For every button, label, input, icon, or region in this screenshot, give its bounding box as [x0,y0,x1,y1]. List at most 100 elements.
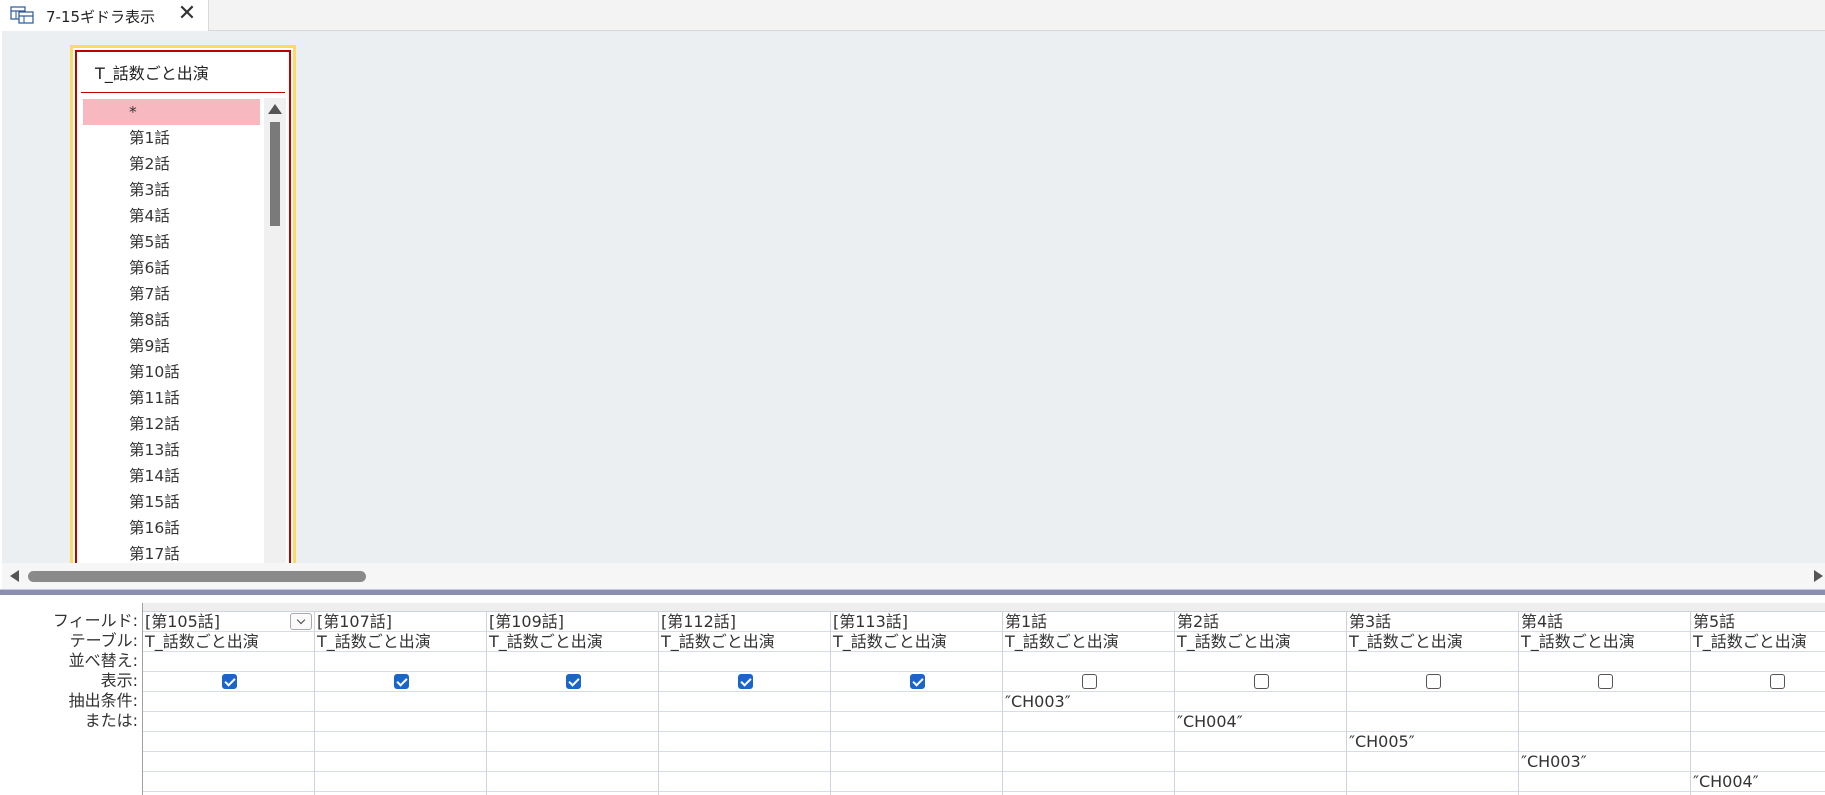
show-checkbox[interactable] [394,674,409,689]
criteria-cell[interactable] [315,692,486,712]
or-criteria-cell[interactable] [487,732,658,752]
table-cell[interactable]: T_話数ごと出演 [1347,632,1518,652]
field-list-item[interactable]: 第13話 [83,437,260,463]
grid-column[interactable]: 第1話 T_話数ごと出演 ″CH003″ [1003,612,1175,795]
or-criteria-cell[interactable] [143,772,314,792]
show-checkbox[interactable] [910,674,925,689]
or-criteria-cell[interactable] [315,712,486,732]
query-document-tab[interactable]: 7-15ギドラ表示 ✕ [0,0,209,31]
field-cell[interactable]: [第109話] [487,612,658,632]
show-checkbox[interactable] [1770,674,1785,689]
grid-column[interactable]: [第109話] T_話数ごと出演 [487,612,659,795]
or-criteria-cell[interactable] [1003,712,1174,732]
column-selector-bar[interactable] [143,603,1825,612]
show-checkbox[interactable] [738,674,753,689]
show-checkbox[interactable] [566,674,581,689]
query-design-surface[interactable]: T_話数ごと出演 * 第1話 第2話 第3話 第4話 第5話 第6話 第7話 第8話 第9話 第10… [2,31,1825,563]
field-list-item[interactable]: 第9話 [83,333,260,359]
criteria-cell[interactable] [1691,692,1825,712]
table-cell[interactable]: T_話数ごと出演 [143,632,314,652]
or-criteria-cell[interactable] [315,752,486,772]
table-cell[interactable]: T_話数ごと出演 [1691,632,1825,652]
criteria-cell[interactable] [831,692,1002,712]
field-cell[interactable]: [第112話] [659,612,830,632]
field-list-item[interactable]: 第8話 [83,307,260,333]
or-criteria-cell[interactable] [659,772,830,792]
field-list-item[interactable]: 第2話 [83,151,260,177]
field-list-item[interactable]: 第16話 [83,515,260,541]
field-cell[interactable]: [第113話] [831,612,1002,632]
field-list-window[interactable]: T_話数ごと出演 * 第1話 第2話 第3話 第4話 第5話 第6話 第7話 第8話 第9話 第10… [70,45,296,563]
show-checkbox[interactable] [1082,674,1097,689]
or-criteria-cell[interactable] [831,752,1002,772]
or-criteria-cell[interactable] [487,712,658,732]
or-criteria-cell[interactable] [143,752,314,772]
show-checkbox[interactable] [1598,674,1613,689]
table-cell[interactable]: T_話数ごと出演 [659,632,830,652]
table-cell[interactable]: T_話数ごと出演 [315,632,486,652]
grid-column[interactable]: [第112話] T_話数ごと出演 [659,612,831,795]
table-cell[interactable]: T_話数ごと出演 [1003,632,1174,652]
sort-cell[interactable] [1175,652,1346,672]
show-checkbox[interactable] [1426,674,1441,689]
scroll-right-icon[interactable] [1814,570,1823,582]
or-criteria-cell[interactable]: ″CH004″ [1175,712,1346,732]
field-cell[interactable]: 第5話 [1691,612,1825,632]
or-criteria-cell[interactable] [315,772,486,792]
or-criteria-cell[interactable] [1175,772,1346,792]
field-list-item[interactable]: 第12話 [83,411,260,437]
table-cell[interactable]: T_話数ごと出演 [1175,632,1346,652]
horizontal-scrollbar[interactable] [2,563,1825,589]
grid-column[interactable]: [第105話] T_話数ごと出演 [143,612,315,795]
sort-cell[interactable] [831,652,1002,672]
or-criteria-cell[interactable] [1691,732,1825,752]
grid-column[interactable]: 第2話 T_話数ごと出演 ″CH004″ [1175,612,1347,795]
sort-cell[interactable] [659,652,830,672]
scroll-up-icon[interactable] [268,104,282,114]
scroll-thumb[interactable] [270,122,280,226]
criteria-cell[interactable] [143,692,314,712]
chevron-down-icon[interactable] [290,613,312,630]
sort-cell[interactable] [1003,652,1174,672]
field-cell[interactable]: 第3話 [1347,612,1518,632]
or-criteria-cell[interactable] [831,712,1002,732]
or-criteria-cell[interactable] [1175,732,1346,752]
or-criteria-cell[interactable] [1347,772,1518,792]
or-criteria-cell[interactable] [659,712,830,732]
or-criteria-cell[interactable] [487,772,658,792]
grid-column[interactable]: 第4話 T_話数ごと出演 ″CH003″ [1519,612,1691,795]
or-criteria-cell[interactable] [659,752,830,772]
or-criteria-cell[interactable]: ″CH005″ [1347,732,1518,752]
field-cell[interactable]: 第4話 [1519,612,1690,632]
or-criteria-cell[interactable] [487,752,658,772]
field-list-item[interactable]: 第5話 [83,229,260,255]
field-list-item[interactable]: 第6話 [83,255,260,281]
or-criteria-cell[interactable] [315,732,486,752]
sort-cell[interactable] [1347,652,1518,672]
field-list-item[interactable]: 第7話 [83,281,260,307]
or-criteria-cell[interactable] [831,772,1002,792]
or-criteria-cell[interactable] [1347,712,1518,732]
sort-cell[interactable] [1691,652,1825,672]
field-list-item[interactable]: * [83,99,260,125]
or-criteria-cell[interactable] [1003,772,1174,792]
query-design-grid[interactable]: [第105話] T_話数ごと出演 [第107話] T_話数ごと出演 [第109話] T_話… [142,603,1825,795]
or-criteria-cell[interactable] [659,732,830,752]
or-criteria-cell[interactable] [143,732,314,752]
criteria-cell[interactable] [487,692,658,712]
field-cell[interactable]: 第1話 [1003,612,1174,632]
field-list-item[interactable]: 第14話 [83,463,260,489]
table-cell[interactable]: T_話数ごと出演 [831,632,1002,652]
field-list-title[interactable]: T_話数ごと出演 [95,60,209,84]
or-criteria-cell[interactable]: ″CH003″ [1519,752,1690,772]
field-list-item[interactable]: 第10話 [83,359,260,385]
close-icon[interactable]: ✕ [176,2,198,26]
or-criteria-cell[interactable]: ″CH004″ [1691,772,1825,792]
or-criteria-cell[interactable] [1691,712,1825,732]
or-criteria-cell[interactable] [143,712,314,732]
or-criteria-cell[interactable] [1003,752,1174,772]
field-list[interactable]: * 第1話 第2話 第3話 第4話 第5話 第6話 第7話 第8話 第9話 第10話 第11話 第12話… [83,99,260,563]
or-criteria-cell[interactable] [831,732,1002,752]
criteria-cell[interactable] [1175,692,1346,712]
field-list-item[interactable]: 第3話 [83,177,260,203]
